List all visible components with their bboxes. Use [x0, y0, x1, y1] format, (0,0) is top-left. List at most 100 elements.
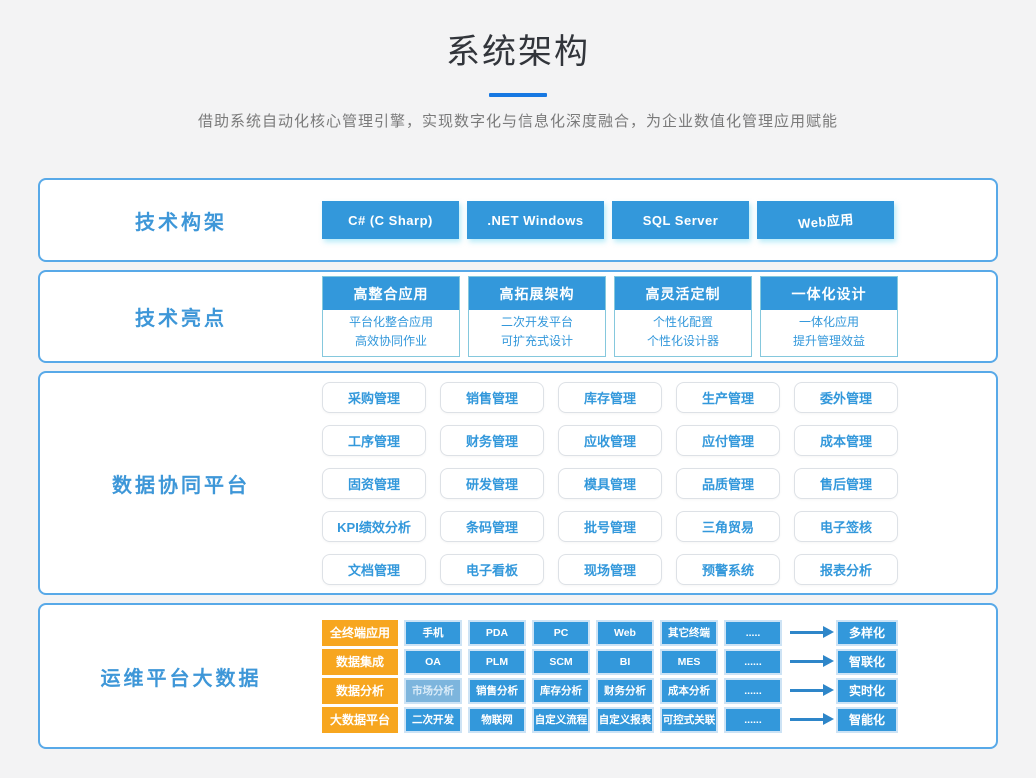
highlight-card-body: 个性化配置 个性化设计器	[615, 310, 751, 356]
highlight-card: 高灵活定制 个性化配置 个性化设计器	[614, 276, 752, 357]
highlight-card: 高拓展架构 二次开发平台 可扩充式设计	[468, 276, 606, 357]
highlight-card: 一体化设计 一体化应用 提升管理效益	[760, 276, 898, 357]
highlight-cards-row: 高整合应用 平台化整合应用 高效协同作业 高拓展架构 二次开发平台 可扩充式设计…	[322, 276, 898, 357]
module-chip: 报表分析	[794, 554, 898, 585]
category-tag: 数据分析	[322, 678, 398, 704]
bigdata-cell: PLM	[468, 649, 526, 675]
bigdata-row: 全终端应用 手机 PDA PC Web 其它终端 ..... 多样化	[322, 620, 898, 646]
module-chip: 研发管理	[440, 468, 544, 499]
module-chip: 条码管理	[440, 511, 544, 542]
module-grid: 采购管理 销售管理 库存管理 生产管理 委外管理 工序管理 财务管理 应收管理 …	[322, 382, 898, 585]
bigdata-cell: ......	[724, 678, 782, 704]
module-chip: 现场管理	[558, 554, 662, 585]
module-chip: 财务管理	[440, 425, 544, 456]
bigdata-row: 大数据平台 二次开发 物联网 自定义流程 自定义报表 可控式关联 ...... …	[322, 707, 898, 733]
module-chip: 委外管理	[794, 382, 898, 413]
highlight-line: 二次开发平台	[469, 313, 605, 332]
highlight-card-title: 高整合应用	[323, 277, 459, 310]
module-chip: 固资管理	[322, 468, 426, 499]
module-chip: 电子看板	[440, 554, 544, 585]
bigdata-cell: 手机	[404, 620, 462, 646]
highlight-line: 高效协同作业	[323, 332, 459, 351]
bigdata-cell: SCM	[532, 649, 590, 675]
highlight-card-body: 二次开发平台 可扩充式设计	[469, 310, 605, 356]
section-platform: 数据协同平台 采购管理 销售管理 库存管理 生产管理 委外管理 工序管理 财务管…	[38, 371, 998, 595]
diagram-panels: 技术构架 C# (C Sharp) .NET Windows SQL Serve…	[38, 178, 998, 749]
module-chip: 批号管理	[558, 511, 662, 542]
flow-arrow-icon	[790, 689, 824, 692]
bigdata-cell: .....	[724, 620, 782, 646]
module-chip: 预警系统	[676, 554, 780, 585]
category-tag: 数据集成	[322, 649, 398, 675]
result-block: 智能化	[836, 707, 898, 733]
module-chip: 销售管理	[440, 382, 544, 413]
tech-stack-block: C# (C Sharp)	[322, 201, 459, 239]
highlight-card-body: 平台化整合应用 高效协同作业	[323, 310, 459, 356]
bigdata-cell: ......	[724, 649, 782, 675]
module-chip: 库存管理	[558, 382, 662, 413]
flow-arrow-icon	[790, 718, 824, 721]
bigdata-cell: 物联网	[468, 707, 526, 733]
bigdata-row: 数据分析 市场分析 销售分析 库存分析 财务分析 成本分析 ...... 实时化	[322, 678, 898, 704]
page-title: 系统架构	[0, 24, 1036, 73]
bigdata-cell: 其它终端	[660, 620, 718, 646]
highlight-line: 提升管理效益	[761, 332, 897, 351]
module-chip: 电子签核	[794, 511, 898, 542]
module-chip: 工序管理	[322, 425, 426, 456]
title-underline	[489, 93, 547, 97]
module-chip: 生产管理	[676, 382, 780, 413]
bigdata-rows: 全终端应用 手机 PDA PC Web 其它终端 ..... 多样化 数据集成 …	[322, 620, 898, 733]
page-subtitle: 借助系统自动化核心管理引擎，实现数字化与信息化深度融合，为企业数值化管理应用赋能	[0, 110, 1036, 131]
highlight-line: 一体化应用	[761, 313, 897, 332]
module-chip: 售后管理	[794, 468, 898, 499]
module-chip: 模具管理	[558, 468, 662, 499]
section-tech-stack: 技术构架 C# (C Sharp) .NET Windows SQL Serve…	[38, 178, 998, 262]
tech-stack-block-label: Web应用	[797, 208, 854, 232]
bigdata-label: 运维平台大数据	[40, 662, 322, 691]
result-block: 多样化	[836, 620, 898, 646]
category-tag: 全终端应用	[322, 620, 398, 646]
bigdata-cell: Web	[596, 620, 654, 646]
bigdata-cell: 自定义流程	[532, 707, 590, 733]
bigdata-cell: 销售分析	[468, 678, 526, 704]
bigdata-cell: 二次开发	[404, 707, 462, 733]
bigdata-cell: 自定义报表	[596, 707, 654, 733]
highlights-label: 技术亮点	[40, 302, 322, 331]
result-block: 智联化	[836, 649, 898, 675]
bigdata-row: 数据集成 OA PLM SCM BI MES ...... 智联化	[322, 649, 898, 675]
tech-stack-label: 技术构架	[40, 206, 322, 235]
bigdata-cell: 市场分析	[404, 678, 462, 704]
highlight-card-title: 高拓展架构	[469, 277, 605, 310]
highlight-card-title: 高灵活定制	[615, 277, 751, 310]
bigdata-cell: 库存分析	[532, 678, 590, 704]
page-header: 系统架构 借助系统自动化核心管理引擎，实现数字化与信息化深度融合，为企业数值化管…	[0, 0, 1036, 131]
category-tag: 大数据平台	[322, 707, 398, 733]
module-chip: 文档管理	[322, 554, 426, 585]
bigdata-cell: PDA	[468, 620, 526, 646]
module-chip: 应收管理	[558, 425, 662, 456]
bigdata-cell: ......	[724, 707, 782, 733]
bigdata-cell: OA	[404, 649, 462, 675]
bigdata-cell: 可控式关联	[660, 707, 718, 733]
highlight-card: 高整合应用 平台化整合应用 高效协同作业	[322, 276, 460, 357]
result-block: 实时化	[836, 678, 898, 704]
bigdata-cell: MES	[660, 649, 718, 675]
module-chip: 采购管理	[322, 382, 426, 413]
flow-arrow-icon	[790, 631, 824, 634]
module-chip: 应付管理	[676, 425, 780, 456]
section-bigdata: 运维平台大数据 全终端应用 手机 PDA PC Web 其它终端 ..... 多…	[38, 603, 998, 749]
flow-arrow-icon	[790, 660, 824, 663]
bigdata-cell: BI	[596, 649, 654, 675]
tech-stack-block: SQL Server	[612, 201, 749, 239]
module-chip: KPI绩效分析	[322, 511, 426, 542]
section-highlights: 技术亮点 高整合应用 平台化整合应用 高效协同作业 高拓展架构 二次开发平台 可…	[38, 270, 998, 363]
tech-stack-block: Web应用	[757, 201, 894, 239]
highlight-card-title: 一体化设计	[761, 277, 897, 310]
highlight-line: 平台化整合应用	[323, 313, 459, 332]
system-architecture-page: 系统架构 借助系统自动化核心管理引擎，实现数字化与信息化深度融合，为企业数值化管…	[0, 0, 1036, 778]
module-chip: 三角贸易	[676, 511, 780, 542]
bigdata-cell: PC	[532, 620, 590, 646]
highlight-line: 个性化设计器	[615, 332, 751, 351]
highlight-line: 可扩充式设计	[469, 332, 605, 351]
module-chip: 品质管理	[676, 468, 780, 499]
